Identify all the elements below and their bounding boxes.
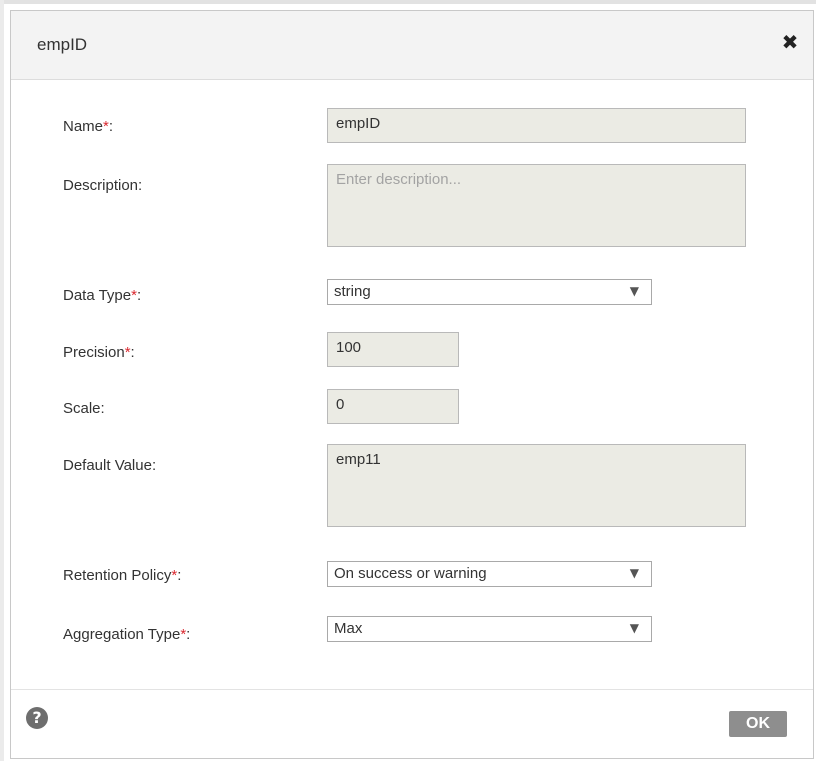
dialog-header: empID ✖ [11,11,813,80]
name-label-text: Name [63,118,104,135]
description-label: Description: [63,177,143,194]
aggregation-type-select[interactable]: Max ▼ [327,616,652,642]
data-type-label-text: Data Type [63,287,132,304]
precision-input[interactable]: 100 [327,332,459,367]
help-icon[interactable]: ? [26,707,48,729]
retention-policy-select[interactable]: On success or warning ▼ [327,561,652,587]
retention-policy-label: Retention Policy*: [63,567,182,584]
aggregation-type-value: Max [334,620,363,637]
data-type-value: string [334,283,371,300]
description-placeholder: Enter description... [336,171,462,188]
default-value-label: Default Value: [63,457,157,474]
default-value-input[interactable]: emp11 [327,444,746,527]
background-edge-top [0,0,816,4]
aggregation-type-label-text: Aggregation Type [63,626,181,643]
name-input[interactable]: empID [327,108,746,143]
name-label: Name*: [63,118,114,135]
precision-label-text: Precision [63,344,125,361]
chevron-down-icon: ▼ [629,566,639,580]
data-type-label: Data Type*: [63,287,142,304]
required-marker: * [171,567,178,584]
retention-policy-label-text: Retention Policy [63,567,172,584]
precision-label: Precision*: [63,344,135,361]
chevron-down-icon: ▼ [629,284,639,298]
scale-input[interactable]: 0 [327,389,459,424]
close-icon[interactable]: ✖ [777,29,803,55]
dialog-title: empID [37,35,88,54]
required-marker: * [103,118,109,135]
background-edge-left [0,0,4,761]
chevron-down-icon: ▼ [629,621,639,635]
required-marker: * [124,344,131,361]
ok-button[interactable]: OK [729,711,787,737]
required-marker: * [180,626,187,643]
field-properties-dialog: empID ✖ Name*: empID Description: Enter … [10,10,814,759]
data-type-select[interactable]: string ▼ [327,279,652,305]
aggregation-type-label: Aggregation Type*: [63,626,191,643]
description-input[interactable]: Enter description... [327,164,746,247]
retention-policy-value: On success or warning [334,565,487,582]
scale-label: Scale: [63,400,105,417]
required-marker: * [131,287,137,304]
footer-divider [11,689,813,690]
